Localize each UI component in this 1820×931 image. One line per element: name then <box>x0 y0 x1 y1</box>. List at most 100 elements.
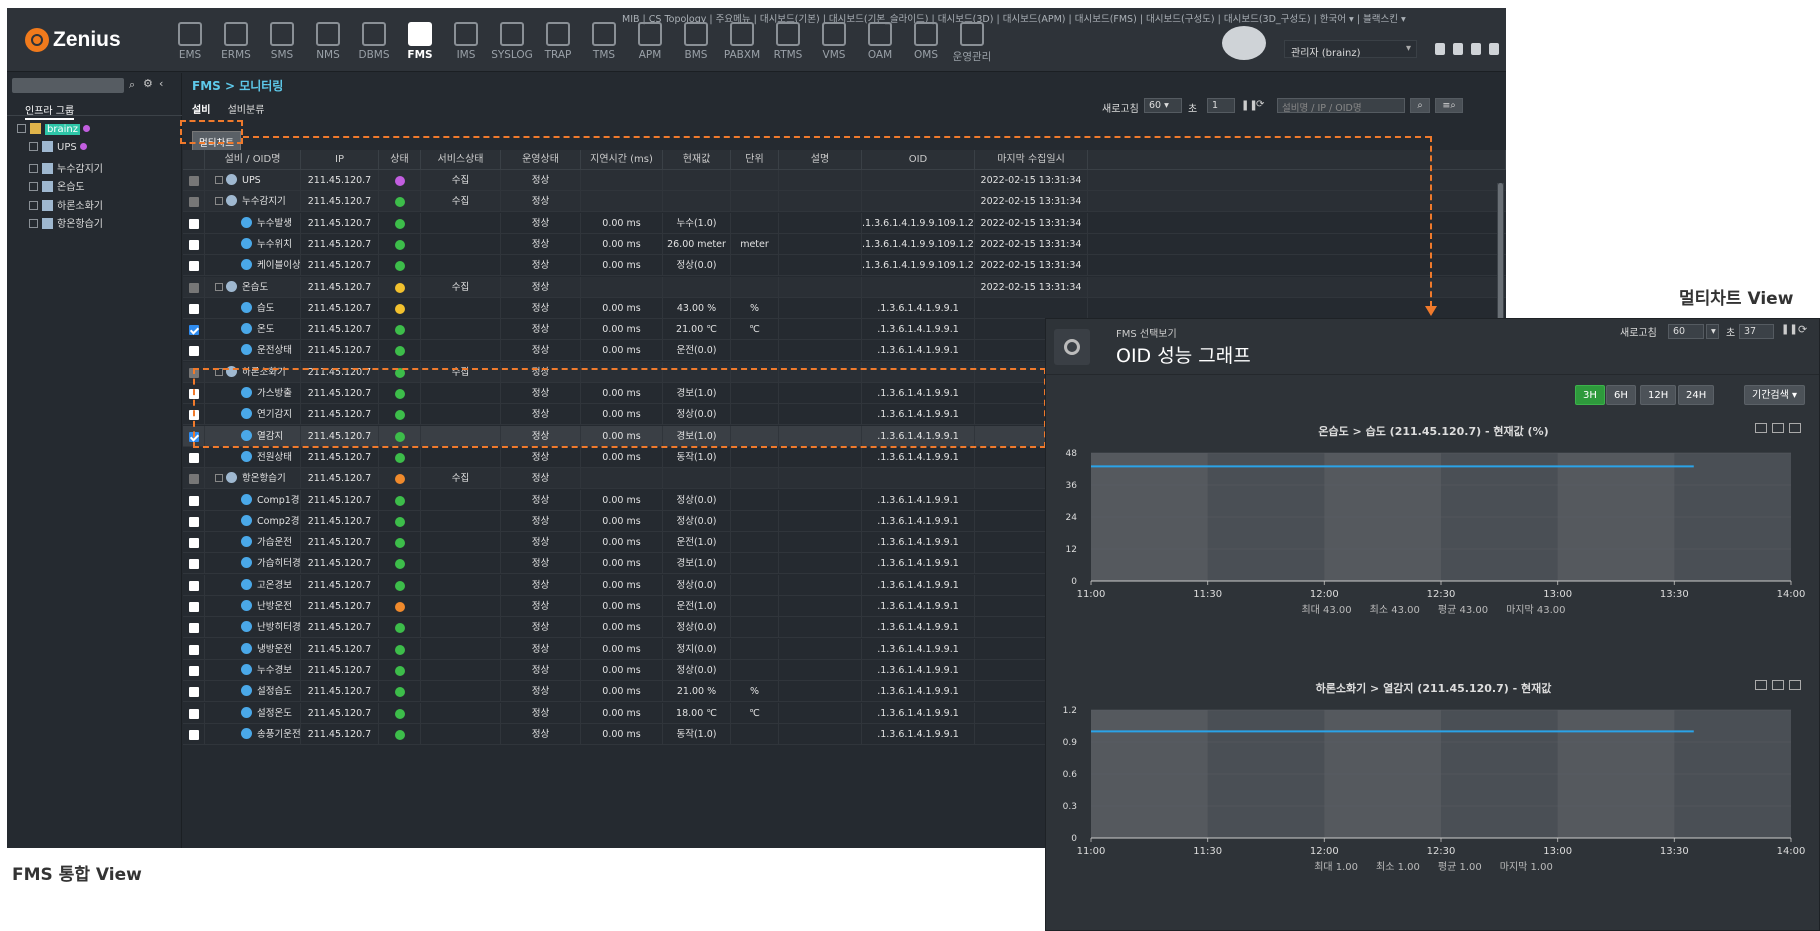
nav-oam[interactable]: OAM <box>855 22 905 61</box>
chart-table-icon[interactable] <box>1772 423 1784 433</box>
column-header[interactable]: 상태 <box>379 150 421 170</box>
nav-oms[interactable]: OMS <box>901 22 951 61</box>
row-checkbox[interactable] <box>189 538 199 549</box>
tree-item-4[interactable]: 항온항습기 <box>29 215 103 230</box>
row-checkbox[interactable] <box>189 495 199 506</box>
row-checkbox[interactable] <box>189 452 199 463</box>
tab-infra-group[interactable]: 인프라 그룹 <box>7 99 182 120</box>
nav-bms[interactable]: BMS <box>671 22 721 61</box>
column-header[interactable]: IP <box>301 150 379 170</box>
chevron-down-icon[interactable]: ▾ <box>1706 324 1719 339</box>
nav-apm[interactable]: APM <box>625 22 675 61</box>
column-header[interactable]: 현재값 <box>663 150 731 170</box>
row-checkbox[interactable] <box>189 516 199 527</box>
checkbox-cell[interactable] <box>183 319 205 341</box>
checkbox-cell[interactable] <box>183 510 205 532</box>
user-select[interactable]: 관리자 (brainz) ▾ <box>1284 40 1417 59</box>
checkbox-cell[interactable] <box>183 233 205 255</box>
lock-icon[interactable] <box>1453 43 1463 55</box>
chart-table-icon[interactable] <box>1772 680 1784 690</box>
range-button-12h[interactable]: 12H <box>1640 385 1677 405</box>
row-checkbox[interactable] <box>189 729 199 740</box>
checkbox-cell[interactable] <box>183 532 205 554</box>
tree-item-3[interactable]: 하론소화기 <box>29 197 103 212</box>
column-header[interactable]: 마지막 수집일시 <box>975 150 1088 170</box>
range-button-3h[interactable]: 3H <box>1575 385 1605 405</box>
collapse-icon[interactable] <box>215 474 223 483</box>
nav-ims[interactable]: IMS <box>441 22 491 61</box>
checkbox-cell[interactable] <box>183 723 205 745</box>
row-checkbox[interactable] <box>189 261 199 272</box>
checkbox-cell[interactable] <box>183 617 205 639</box>
tab-facility-class[interactable]: 설비분류 <box>228 105 265 116</box>
expand-icon[interactable] <box>29 182 38 191</box>
refresh-interval-select[interactable]: 60 ▾ <box>1144 98 1182 113</box>
refresh-icon[interactable]: ⟳ <box>1256 99 1264 110</box>
checkbox-cell[interactable] <box>183 659 205 681</box>
row-checkbox[interactable] <box>189 580 199 591</box>
checkbox-cell[interactable] <box>183 702 205 724</box>
column-header[interactable]: 설비 / OID명 <box>205 150 301 170</box>
collapse-icon[interactable]: ‹ <box>159 77 163 90</box>
checkbox-cell[interactable] <box>183 170 205 191</box>
grid-search-input[interactable]: 설비명 / IP / OID명 <box>1277 98 1405 114</box>
checkbox-cell[interactable] <box>183 489 205 511</box>
print-icon[interactable] <box>1789 680 1801 690</box>
table-row[interactable]: 온습도 211.45.120.7 수집 정상 2022-02-15 13:31:34 <box>183 276 1506 298</box>
nav-dbms[interactable]: DBMS <box>349 22 399 61</box>
nav-syslog[interactable]: SYSLOG <box>487 22 537 61</box>
range-button-24h[interactable]: 24H <box>1678 385 1715 405</box>
row-checkbox[interactable] <box>189 239 199 250</box>
checkbox-cell[interactable] <box>183 468 205 490</box>
nav-rtms[interactable]: RTMS <box>763 22 813 61</box>
panel-refresh-select[interactable]: 60 <box>1668 324 1704 339</box>
row-checkbox[interactable] <box>189 644 199 655</box>
checkbox-cell[interactable] <box>183 212 205 234</box>
tree-item-0[interactable]: UPS <box>29 141 87 153</box>
table-row[interactable]: 누수감지기 211.45.120.7 수집 정상 2022-02-15 13:31:34 <box>183 191 1506 213</box>
range-button-6h[interactable]: 6H <box>1606 385 1636 405</box>
zenius-logo[interactable]: Zenius <box>25 28 121 52</box>
tree-search-input[interactable] <box>12 78 124 93</box>
row-checkbox[interactable] <box>189 708 199 719</box>
checkbox-cell[interactable] <box>183 681 205 703</box>
checkbox-cell[interactable] <box>183 297 205 319</box>
checkbox-cell[interactable] <box>183 553 205 575</box>
checkbox-cell[interactable] <box>183 276 205 298</box>
collapse-icon[interactable] <box>17 124 26 133</box>
tree-item-2[interactable]: 온습도 <box>29 178 85 193</box>
row-checkbox[interactable] <box>189 218 199 229</box>
avatar[interactable] <box>1222 26 1266 60</box>
table-row[interactable]: UPS 211.45.120.7 수집 정상 2022-02-15 13:31:34 <box>183 170 1506 191</box>
nav-trap[interactable]: TRAP <box>533 22 583 61</box>
row-checkbox[interactable] <box>189 474 199 485</box>
column-header[interactable]: OID <box>862 150 975 170</box>
column-header[interactable]: 서비스상태 <box>421 150 501 170</box>
tree-item-1[interactable]: 누수감지기 <box>29 160 103 175</box>
row-checkbox[interactable] <box>189 602 199 612</box>
table-row[interactable]: 케이블이상 211.45.120.7 정상 0.00 ms 정상(0.0) .1.3.6.… <box>183 255 1506 277</box>
expand-icon[interactable] <box>29 219 38 228</box>
table-row[interactable]: 누수위치 211.45.120.7 정상 0.00 ms 26.00 meter mete… <box>183 233 1506 255</box>
refresh-icon[interactable]: ⟳ <box>1798 323 1807 336</box>
row-checkbox[interactable] <box>189 559 199 570</box>
gear-icon[interactable]: ⚙ <box>143 77 153 90</box>
tree-root[interactable]: brainz <box>17 123 90 135</box>
column-header[interactable]: 지연시간 (ms) <box>581 150 663 170</box>
checkbox-cell[interactable] <box>183 638 205 660</box>
row-checkbox[interactable] <box>189 665 199 676</box>
search-icon[interactable]: ⌕ <box>129 78 135 92</box>
column-header[interactable] <box>183 150 205 170</box>
filter-search-icon[interactable]: ≡⌕ <box>1435 98 1463 113</box>
bell-icon[interactable] <box>1489 43 1499 55</box>
nav-ems[interactable]: EMS <box>165 22 215 61</box>
period-search-button[interactable]: 기간검색 ▾ <box>1744 385 1805 405</box>
checkbox-cell[interactable] <box>183 574 205 596</box>
row-checkbox[interactable] <box>189 197 199 208</box>
expand-icon[interactable] <box>29 163 38 173</box>
nav-운영관리[interactable]: 운영관리 <box>947 22 997 64</box>
nav-pabxm[interactable]: PABXM <box>717 22 767 61</box>
row-checkbox[interactable] <box>189 623 199 634</box>
checkbox-cell[interactable] <box>183 191 205 213</box>
search-icon[interactable]: ⌕ <box>1410 98 1430 113</box>
